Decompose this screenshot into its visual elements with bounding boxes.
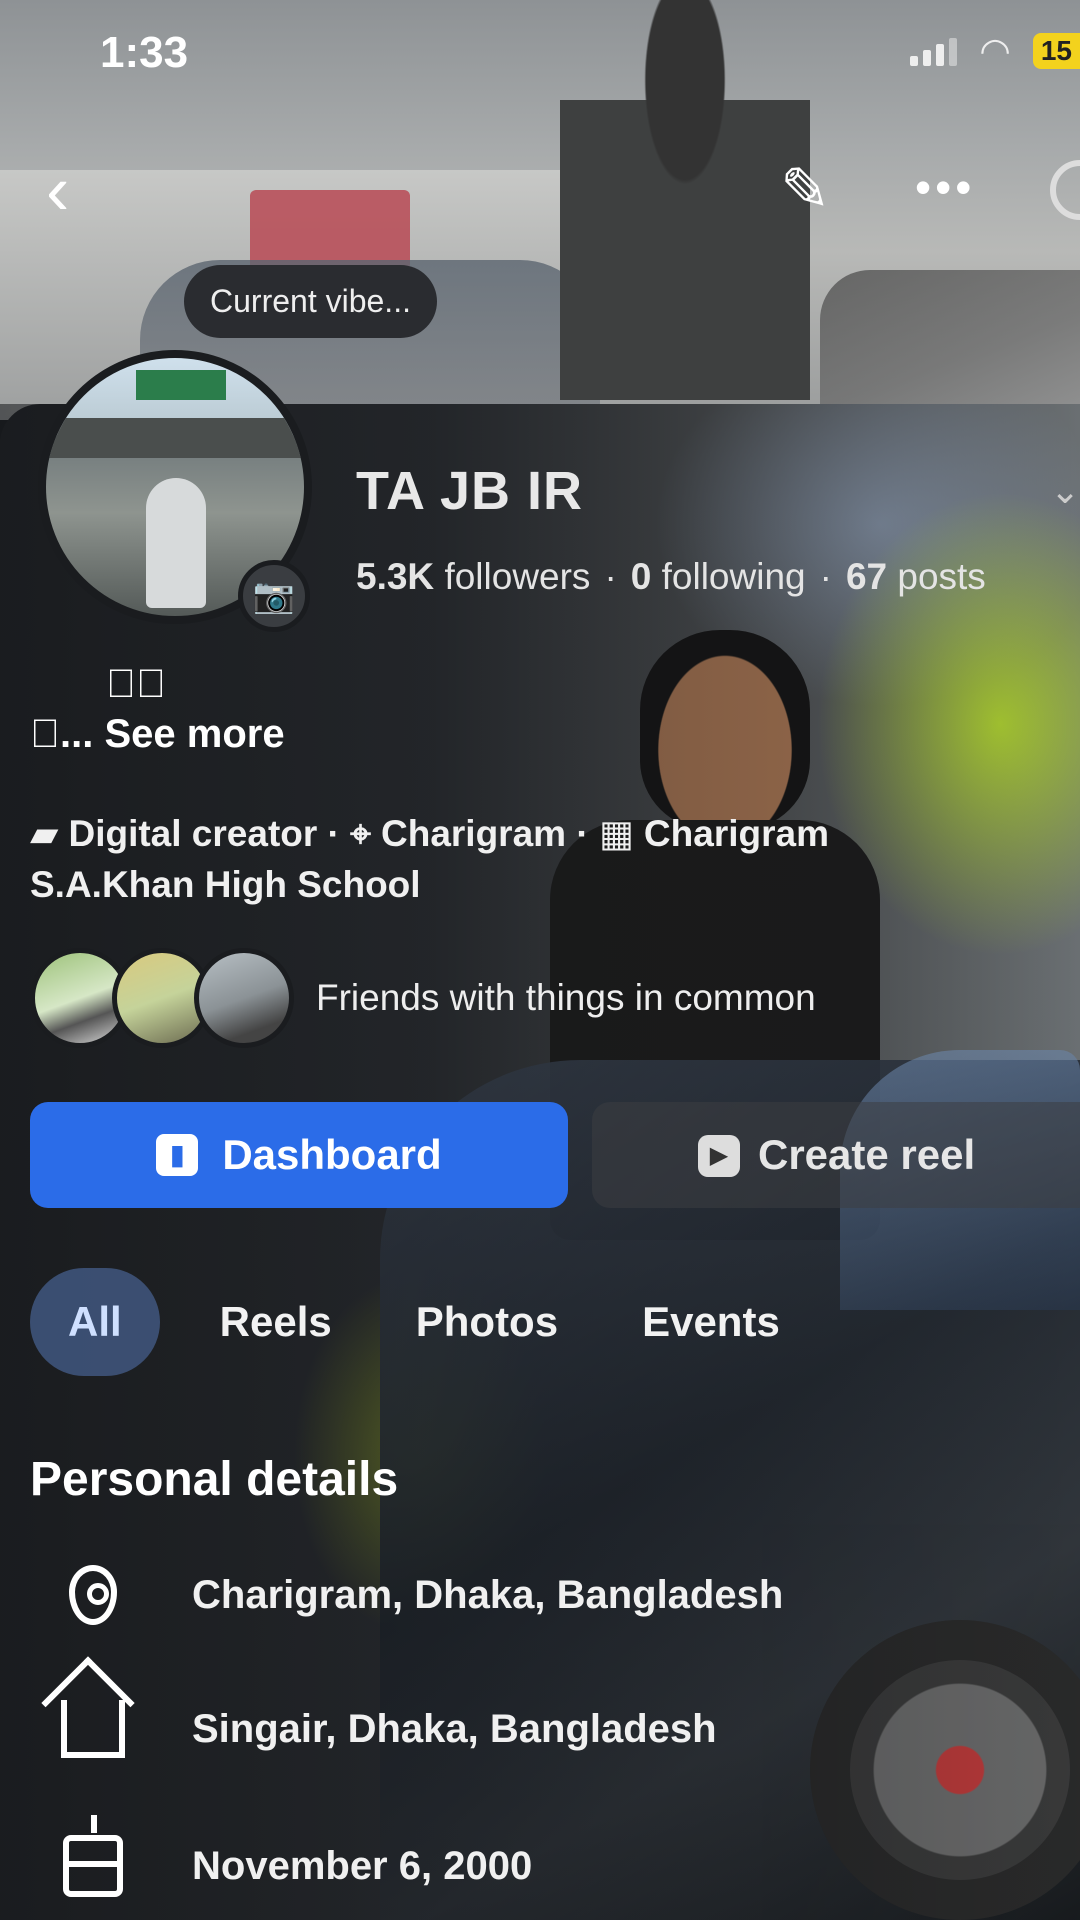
dashboard-button[interactable]: ▮ Dashboard [30, 1102, 568, 1208]
cover-barrier [250, 190, 410, 270]
avatar-rider [146, 478, 206, 608]
status-time: 1:33 [100, 28, 189, 77]
home-icon [56, 1700, 130, 1758]
signal-icon [910, 36, 958, 66]
create-reel-button[interactable]: ▶ Create reel [592, 1102, 1080, 1208]
bio-text: ... [30, 712, 93, 756]
status-bar: 1:33 ◠ 15 [0, 0, 1080, 110]
current-vibe-note[interactable]: Current vibe... [184, 265, 437, 338]
tab-events[interactable]: Events [612, 1268, 810, 1376]
friend-avatar[interactable] [194, 948, 294, 1048]
following-label[interactable]: following [662, 556, 806, 597]
profile-name: TA JB IR [356, 461, 584, 521]
posts-label[interactable]: posts [897, 556, 985, 597]
tab-all[interactable]: All [30, 1268, 160, 1376]
detail-text: Singair, Dhaka, Bangladesh [192, 1706, 717, 1751]
wifi-icon: ◠ [979, 30, 1011, 71]
edit-pencil-icon[interactable]: ✎ [780, 155, 830, 225]
school-text[interactable]: S.A.Khan High School [30, 864, 421, 906]
chevron-down-icon[interactable]: ⌄ [1050, 470, 1080, 512]
personal-details-heading: Personal details [30, 1453, 399, 1506]
avatar-flyover [46, 418, 304, 458]
tab-reels[interactable]: Reels [190, 1268, 362, 1376]
status-icons: ◠ 15 [910, 30, 1080, 72]
detail-text: Charigram, Dhaka, Bangladesh [192, 1572, 784, 1617]
camera-icon[interactable]: 📷 [238, 560, 310, 632]
battery-indicator: 15 [1032, 33, 1080, 69]
bio-line-1:  [106, 662, 166, 707]
followers-label[interactable]: followers [444, 556, 590, 597]
avatar-road-sign [136, 370, 226, 400]
workplace-text[interactable]: Charigram [644, 813, 829, 854]
location-pin-icon: ⌖ [350, 813, 371, 854]
building-icon: ▦ [598, 813, 634, 854]
mutual-friends-row[interactable]: Friends with things in common [30, 948, 816, 1048]
reel-icon: ▶ [698, 1135, 740, 1177]
back-button[interactable]: ‹ [46, 155, 69, 225]
cover-bike-handle [820, 270, 1080, 410]
see-more-link[interactable]: See more [104, 712, 284, 756]
detail-birthday[interactable]: November 6, 2000 [56, 1815, 533, 1897]
bar-chart-icon: ▮ [156, 1134, 199, 1176]
tab-photos[interactable]: Photos [386, 1268, 588, 1376]
birthday-cake-icon [56, 1815, 130, 1897]
detail-current-city[interactable]: Charigram, Dhaka, Bangladesh [56, 1565, 783, 1625]
bio-line-2: ... See more [30, 712, 285, 757]
profile-stats: 5.3K followers · 0 following · 67 posts [356, 556, 986, 597]
more-options-icon[interactable]: ••• [915, 160, 975, 214]
detail-text: November 6, 2000 [192, 1843, 533, 1888]
detail-hometown[interactable]: Singair, Dhaka, Bangladesh [56, 1700, 717, 1758]
location-text[interactable]: Charigram [381, 813, 566, 854]
category-text: Digital creator [68, 813, 318, 854]
clapperboard-icon: ▰ [30, 813, 59, 854]
friends-in-common-label[interactable]: Friends with things in common [316, 977, 816, 1019]
create-reel-label: Create reel [758, 1131, 976, 1178]
location-pin-icon [56, 1565, 130, 1625]
posts-count[interactable]: 67 [846, 556, 887, 597]
following-count[interactable]: 0 [631, 556, 652, 597]
dashboard-label: Dashboard [222, 1131, 442, 1178]
profile-tabs: All Reels Photos Events [30, 1268, 834, 1376]
followers-count[interactable]: 5.3K [356, 556, 434, 597]
profile-intro: ▰ Digital creator · ⌖ Charigram · ▦ Charigr… [30, 813, 829, 854]
